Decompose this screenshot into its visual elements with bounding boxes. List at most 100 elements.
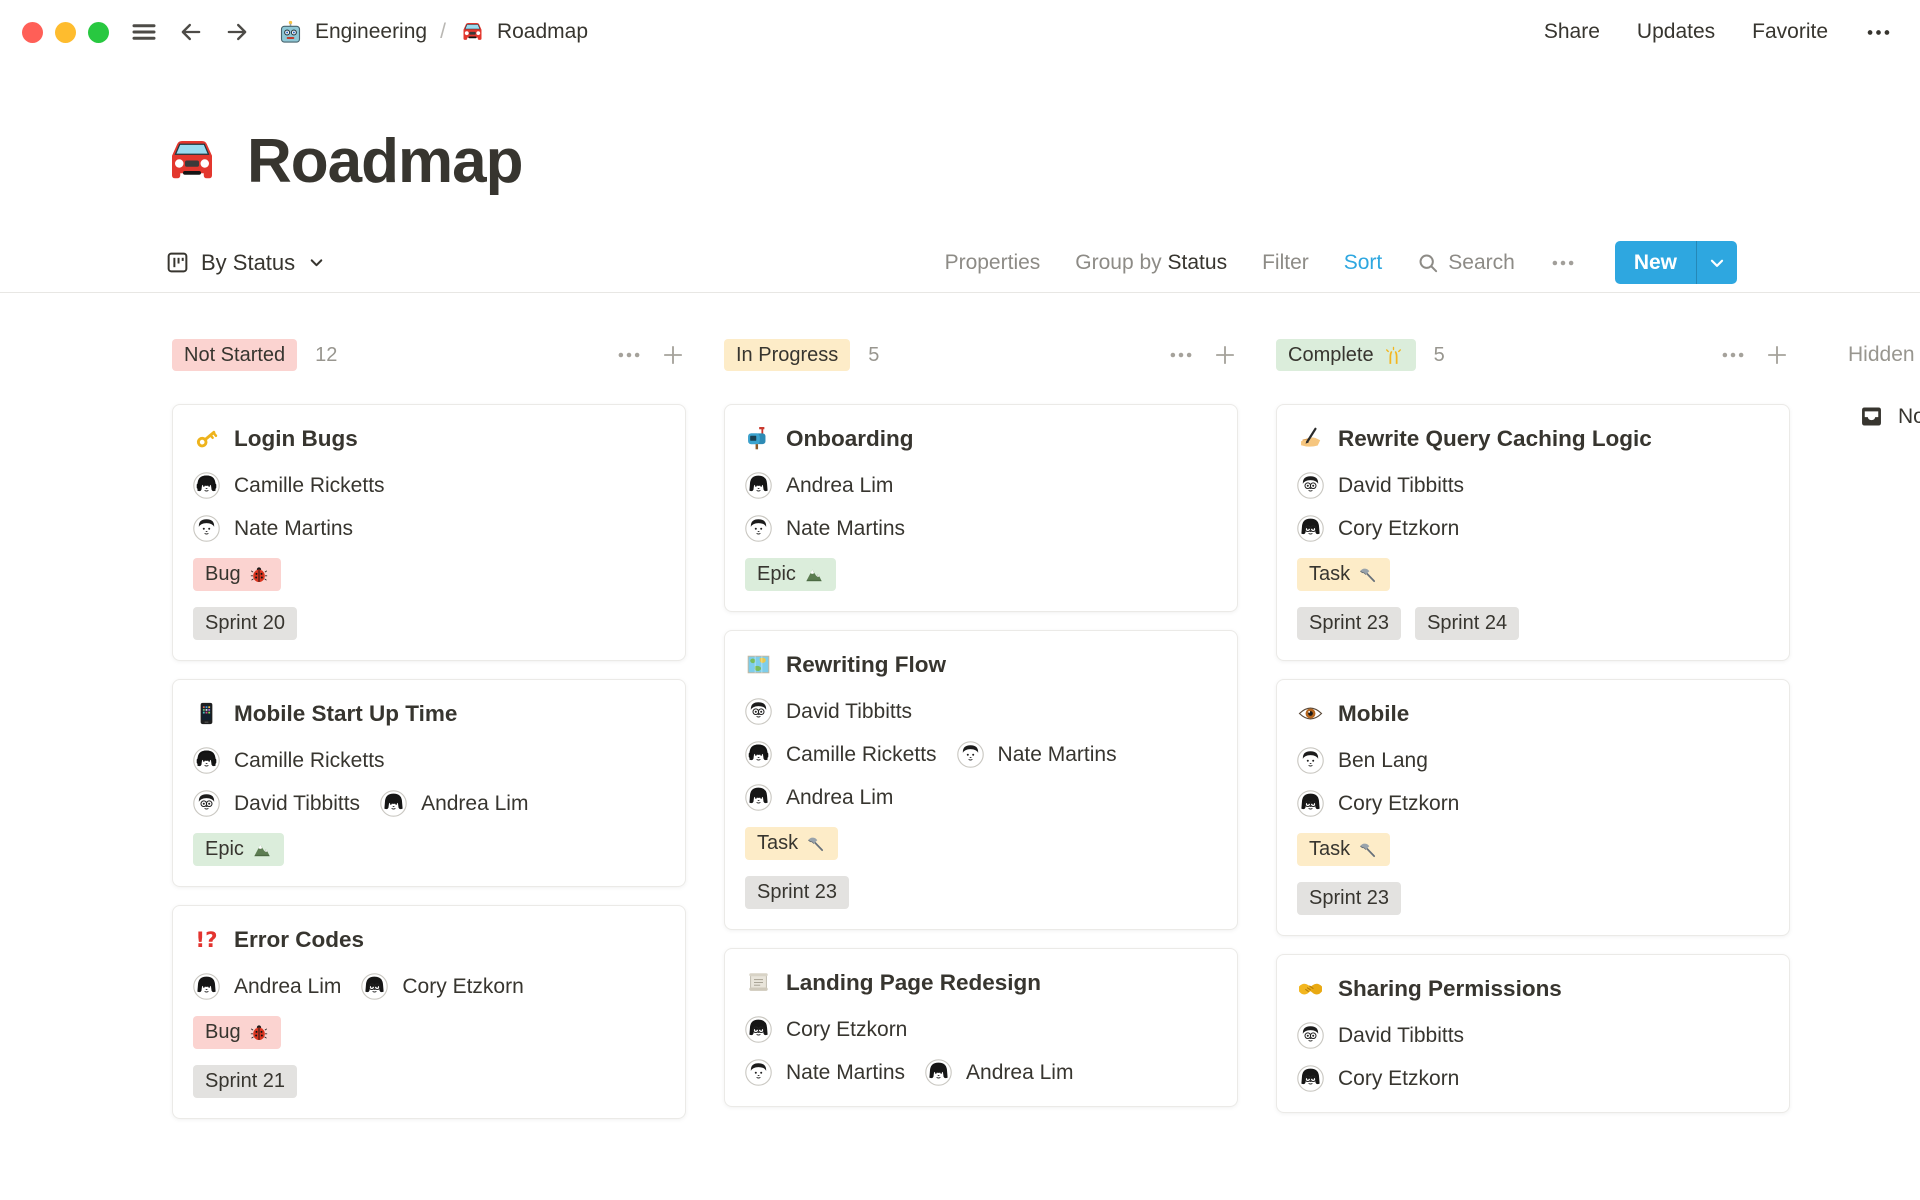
hammer-icon bbox=[1358, 565, 1378, 585]
chevron-down-icon bbox=[1708, 254, 1726, 272]
person-name: Camille Ricketts bbox=[234, 473, 385, 497]
person-name: Nate Martins bbox=[786, 516, 906, 540]
filter-button[interactable]: Filter bbox=[1262, 251, 1309, 275]
properties-button[interactable]: Properties bbox=[945, 251, 1041, 275]
board: Not Started 12 Login Bugs Camille Ricketts N… bbox=[0, 339, 1920, 1119]
board-column: In Progress 5 Onboarding Andrea Lim Nate Mar… bbox=[724, 339, 1238, 1107]
person-name: Andrea Lim bbox=[966, 1060, 1074, 1084]
card-title: Login Bugs bbox=[234, 425, 358, 451]
more-options-icon[interactable] bbox=[1865, 19, 1892, 46]
new-dropdown-button[interactable] bbox=[1697, 241, 1737, 284]
person: Cory Etzkorn bbox=[361, 973, 524, 1000]
avatar bbox=[1297, 515, 1324, 542]
card-people-row: Camille Ricketts bbox=[193, 472, 665, 499]
tag-label: Task bbox=[1309, 838, 1351, 860]
forward-arrow-icon[interactable] bbox=[223, 18, 251, 46]
robot-icon bbox=[277, 19, 304, 46]
card[interactable]: Landing Page Redesign Cory Etzkorn Nate Ma… bbox=[724, 948, 1238, 1107]
card-people-row: Andrea Lim Cory Etzkorn bbox=[193, 973, 665, 1000]
column-more-icon[interactable] bbox=[616, 342, 642, 368]
column-status-badge[interactable]: Not Started bbox=[172, 339, 298, 371]
card-tag-row: Task bbox=[745, 827, 1217, 860]
card[interactable]: Rewriting Flow David Tibbitts Camille Rick… bbox=[724, 630, 1238, 930]
tag-badge: Sprint 23 bbox=[745, 876, 850, 909]
search-icon bbox=[1417, 252, 1439, 274]
card-title: Error Codes bbox=[234, 926, 365, 952]
person: Andrea Lim bbox=[193, 973, 341, 1000]
tag-badge: Epic bbox=[193, 833, 284, 866]
share-button[interactable]: Share bbox=[1544, 20, 1600, 44]
eye-icon bbox=[1297, 700, 1324, 727]
card-title-row: Mobile Start Up Time bbox=[193, 700, 665, 727]
new-button-label[interactable]: New bbox=[1615, 241, 1696, 284]
tag-badge: Sprint 21 bbox=[193, 1065, 298, 1098]
avatar bbox=[1297, 747, 1324, 774]
card-title: Sharing Permissions bbox=[1338, 975, 1562, 1001]
search-button[interactable]: Search bbox=[1417, 251, 1515, 275]
card[interactable]: Sharing Permissions David Tibbitts Cory Et… bbox=[1276, 954, 1790, 1113]
person-name: Andrea Lim bbox=[786, 785, 894, 809]
tag-label: Bug bbox=[205, 1021, 241, 1043]
updates-button[interactable]: Updates bbox=[1637, 20, 1715, 44]
page-header: Roadmap bbox=[0, 126, 1920, 197]
back-arrow-icon[interactable] bbox=[177, 18, 205, 46]
person: Andrea Lim bbox=[380, 790, 528, 817]
card-title-row: Landing Page Redesign bbox=[745, 969, 1217, 996]
column-more-icon[interactable] bbox=[1720, 342, 1746, 368]
tag-badge: Bug bbox=[193, 1016, 281, 1049]
card[interactable]: !? Error Codes Andrea Lim Cory Etzkorn Bug Sp… bbox=[172, 905, 686, 1119]
view-switcher[interactable]: By Status bbox=[165, 250, 325, 276]
raised-hands-icon bbox=[1383, 345, 1404, 366]
group-by-button[interactable]: Group by Status bbox=[1075, 251, 1227, 275]
favorite-button[interactable]: Favorite bbox=[1752, 20, 1828, 44]
tag-label: Epic bbox=[205, 838, 244, 860]
card[interactable]: Mobile Start Up Time Camille Ricketts Davi… bbox=[172, 679, 686, 887]
card[interactable]: Login Bugs Camille Ricketts Nate Martins Bu… bbox=[172, 404, 686, 661]
card-tag-row: Task bbox=[1297, 558, 1769, 591]
avatar bbox=[745, 1059, 772, 1086]
breadcrumb-item-engineering[interactable]: Engineering bbox=[277, 19, 427, 46]
card[interactable]: Mobile Ben Lang Cory Etzkorn Task Sprint 23 bbox=[1276, 679, 1790, 936]
column-cards: Onboarding Andrea Lim Nate Martins Epic Rewr… bbox=[724, 404, 1238, 1107]
sidebar-menu-icon[interactable] bbox=[129, 17, 159, 47]
board-column: Complete 5 Rewrite Query Caching Logic Davi… bbox=[1276, 339, 1790, 1113]
column-add-icon[interactable] bbox=[1212, 342, 1238, 368]
close-window-button[interactable] bbox=[22, 21, 43, 43]
column-add-icon[interactable] bbox=[1764, 342, 1790, 368]
person-name: Cory Etzkorn bbox=[1338, 791, 1460, 815]
search-label: Search bbox=[1448, 250, 1515, 274]
card[interactable]: Rewrite Query Caching Logic David Tibbitt… bbox=[1276, 404, 1790, 661]
card[interactable]: Onboarding Andrea Lim Nate Martins Epic bbox=[724, 404, 1238, 612]
avatar bbox=[956, 741, 984, 768]
breadcrumb-separator: / bbox=[440, 20, 446, 43]
hidden-group-row[interactable]: No bbox=[1858, 403, 1920, 430]
column-more-icon[interactable] bbox=[1168, 342, 1194, 368]
avatar bbox=[380, 790, 407, 817]
new-button[interactable]: New bbox=[1614, 241, 1737, 284]
svg-text:!?: !? bbox=[195, 928, 217, 953]
column-status-badge[interactable]: In Progress bbox=[724, 339, 851, 371]
zoom-window-button[interactable] bbox=[88, 21, 109, 43]
breadcrumb-item-roadmap[interactable]: Roadmap bbox=[459, 19, 588, 46]
column-add-icon[interactable] bbox=[660, 342, 686, 368]
group-by-value: Status bbox=[1167, 250, 1228, 274]
person: David Tibbitts bbox=[745, 698, 912, 725]
hidden-label[interactable]: Hidden bbox=[1848, 339, 1920, 371]
toolbar-more-icon[interactable] bbox=[1550, 250, 1576, 276]
column-status-badge[interactable]: Complete bbox=[1276, 339, 1416, 371]
sort-button[interactable]: Sort bbox=[1344, 251, 1383, 275]
person: Andrea Lim bbox=[925, 1059, 1073, 1086]
column-header: Complete 5 bbox=[1276, 339, 1790, 371]
hammer-icon bbox=[806, 834, 826, 854]
card-title: Mobile bbox=[1338, 700, 1410, 726]
avatar bbox=[745, 698, 772, 725]
page-icon-car[interactable] bbox=[162, 132, 222, 192]
topbar-actions: Share Updates Favorite bbox=[1544, 19, 1892, 46]
card-people-row: Andrea Lim bbox=[745, 472, 1217, 499]
minimize-window-button[interactable] bbox=[55, 21, 76, 43]
column-header: Not Started 12 bbox=[172, 339, 686, 371]
card-tag-row: Bug bbox=[193, 558, 665, 591]
mailbox-icon bbox=[745, 425, 772, 452]
breadcrumb-label: Engineering bbox=[315, 20, 428, 43]
card-people-row: Nate Martins Andrea Lim bbox=[745, 1059, 1217, 1086]
